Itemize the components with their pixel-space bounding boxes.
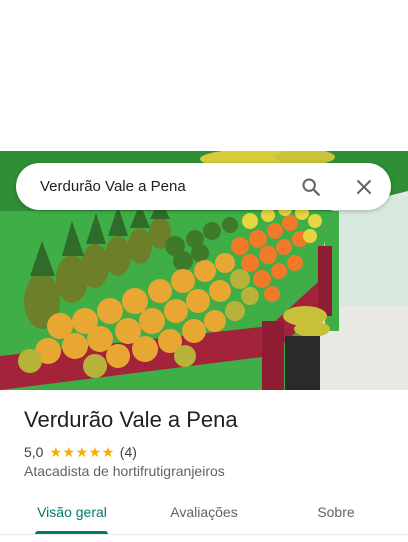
close-icon [357,180,371,194]
star-icon: ★ [101,444,115,460]
tab-reviews[interactable]: Avaliações [152,492,256,534]
close-button[interactable] [349,172,379,202]
rating-stars: ★ ★ ★ ★ ★ [49,445,114,459]
tab-overview[interactable]: Visão geral [22,492,122,534]
tab-bar: Visão geral Avaliações Sobre [0,492,408,538]
tabs-divider [0,534,408,535]
search-button[interactable] [296,172,326,202]
star-icon: ★ [62,444,76,460]
rating-value: 5,0 [24,444,44,460]
star-icon: ★ [88,444,102,460]
search-input[interactable]: Verdurão Vale a Pena [40,163,186,210]
review-count[interactable]: (4) [120,444,137,460]
place-category[interactable]: Atacadista de hortifrutigranjeiros [24,463,225,479]
search-bar[interactable]: Verdurão Vale a Pena [16,163,391,210]
search-icon [302,178,320,196]
tab-about[interactable]: Sobre [296,492,376,534]
star-icon: ★ [49,444,63,460]
rating-row[interactable]: 5,0 ★ ★ ★ ★ ★ (4) [24,443,137,461]
place-title: Verdurão Vale a Pena [24,407,238,432]
star-icon: ★ [75,444,89,460]
